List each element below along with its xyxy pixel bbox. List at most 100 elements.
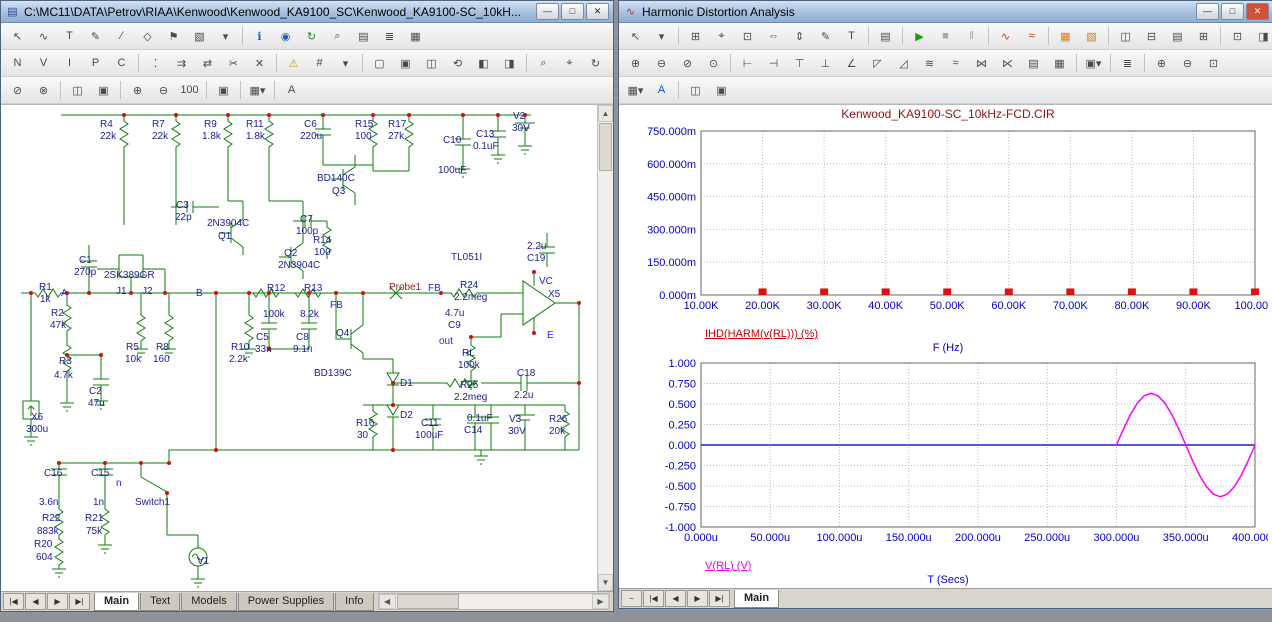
grid-dropdown-icon[interactable]: ▦▾ xyxy=(623,79,648,102)
harmonic-distortion-chart[interactable]: 0.000m150.000m300.000m450.000m600.000m75… xyxy=(623,123,1272,328)
tile-horizontal-icon[interactable]: ⊟ xyxy=(1139,25,1164,48)
pause-icon[interactable]: ‖ xyxy=(959,25,984,48)
go-icon[interactable]: ↻ xyxy=(583,52,608,75)
sheet-icon[interactable]: ▤ xyxy=(351,25,376,48)
horizontal-scrollbar[interactable]: ◀ ▶ xyxy=(378,593,610,610)
zoom-in-icon[interactable]: ⊕ xyxy=(1149,52,1174,75)
tab-text[interactable]: Text xyxy=(140,593,180,611)
cursor-right-icon[interactable]: ≈ xyxy=(943,52,968,75)
zoom-auto-icon[interactable]: ⊡ xyxy=(1201,52,1226,75)
vertical-scrollbar[interactable]: ▲ ▼ xyxy=(597,105,613,591)
pan-icon[interactable]: ⌖ xyxy=(709,25,734,48)
zoom-in-round-icon[interactable]: ⊕ xyxy=(623,52,648,75)
tab-info[interactable]: Info xyxy=(335,593,373,611)
scroll-thumb[interactable] xyxy=(599,123,612,171)
zoom-in-icon[interactable]: ⊕ xyxy=(125,79,150,102)
vertical-tag-icon[interactable]: ⇕ xyxy=(787,25,812,48)
maximize-button[interactable]: □ xyxy=(561,3,584,20)
peak-icon[interactable]: ⊢ xyxy=(735,52,760,75)
fft-icon[interactable]: ∿ xyxy=(993,25,1018,48)
search-icon[interactable]: ⌖ xyxy=(557,52,582,75)
node-voltages-icon[interactable]: V xyxy=(31,52,56,75)
minimize-button[interactable]: — xyxy=(1196,3,1219,20)
list-icon[interactable]: ≣ xyxy=(377,25,402,48)
pin-arrows-icon[interactable]: ⇉ xyxy=(169,52,194,75)
autoscale-icon[interactable]: ⊘ xyxy=(675,52,700,75)
global-low-icon[interactable]: ◿ xyxy=(891,52,916,75)
low-icon[interactable]: ⊥ xyxy=(813,52,838,75)
scroll-thumb[interactable] xyxy=(397,594,459,609)
next-page-button[interactable]: ▶ xyxy=(687,590,708,607)
scope-icon[interactable]: ⊞ xyxy=(683,25,708,48)
valley-icon[interactable]: ⊣ xyxy=(761,52,786,75)
border-icon[interactable]: ▣ xyxy=(393,52,418,75)
grid-dropdown-icon[interactable]: ▦▾ xyxy=(245,79,270,102)
copy-icon[interactable]: ◫ xyxy=(65,79,90,102)
chart1-legend[interactable]: IHD(HARM(v(RL))) (%) xyxy=(705,328,1272,342)
schematic-canvas[interactable]: R422kR722kR91.8kR111.8kC6220uR15100R1727… xyxy=(1,104,613,591)
refresh-icon[interactable]: ↻ xyxy=(299,25,324,48)
text-icon[interactable]: T xyxy=(839,25,864,48)
rotate-icon[interactable]: ⟲ xyxy=(445,52,470,75)
tile-all-icon[interactable]: ⊞ xyxy=(1191,25,1216,48)
dropdown-icon[interactable]: ▾ xyxy=(213,25,238,48)
performance-window-icon[interactable]: ▦ xyxy=(1053,25,1078,48)
inflection-icon[interactable]: ∠ xyxy=(839,52,864,75)
paste-icon[interactable]: ▣ xyxy=(91,79,116,102)
close-button[interactable]: ✕ xyxy=(586,3,609,20)
restore-scale-icon[interactable]: ⊙ xyxy=(701,52,726,75)
maximize-plot-icon[interactable]: ⊡ xyxy=(1225,25,1250,48)
scroll-left-button[interactable]: ◀ xyxy=(379,594,396,609)
horizontal-tag-icon[interactable]: ⇔ xyxy=(761,25,786,48)
redo-icon[interactable]: ⊗ xyxy=(31,79,56,102)
flip-x-icon[interactable]: ◧ xyxy=(471,52,496,75)
open-dropdown-icon[interactable]: ▾ xyxy=(649,25,674,48)
fft-settings-icon[interactable]: ≈ xyxy=(1019,25,1044,48)
global-high-icon[interactable]: ◸ xyxy=(865,52,890,75)
clipboard-dropdown-icon[interactable]: ▣▾ xyxy=(1081,52,1106,75)
close-button[interactable]: ✕ xyxy=(1246,3,1269,20)
minimize-button[interactable]: — xyxy=(536,3,559,20)
prev-page-button[interactable]: ◀ xyxy=(665,590,686,607)
last-page-button[interactable]: ▶| xyxy=(709,590,730,607)
info-icon[interactable]: ℹ xyxy=(247,25,272,48)
picture-icon[interactable]: ▧ xyxy=(187,25,212,48)
slider-icon[interactable]: ▧ xyxy=(1079,25,1104,48)
swap-icon[interactable]: ⇄ xyxy=(195,52,220,75)
find-part-icon[interactable]: ⌕ xyxy=(325,25,350,48)
stop-icon[interactable]: ■ xyxy=(933,25,958,48)
text-icon[interactable]: T xyxy=(57,25,82,48)
next-page-button[interactable]: ▶ xyxy=(47,593,68,610)
scroll-right-button[interactable]: ▶ xyxy=(592,594,609,609)
chart2-legend[interactable]: V(RL) (V) xyxy=(705,560,1272,574)
tab-power-supplies[interactable]: Power Supplies xyxy=(238,593,334,611)
undo-icon[interactable]: ⊘ xyxy=(5,79,30,102)
help-mode-icon[interactable]: ◉ xyxy=(273,25,298,48)
schematic-titlebar[interactable]: ▤ C:\MC11\DATA\Petrov\RIAA\Kenwood\Kenwo… xyxy=(1,1,613,23)
zoom-out-round-icon[interactable]: ⊖ xyxy=(649,52,674,75)
component-icon[interactable]: ∿ xyxy=(31,25,56,48)
tag-icon[interactable]: ✎ xyxy=(813,25,838,48)
tag-point-icon[interactable]: ▤ xyxy=(1021,52,1046,75)
go-to-y-icon[interactable]: ⋉ xyxy=(995,52,1020,75)
zoom-100-icon[interactable]: 100 xyxy=(177,79,202,102)
first-page-button[interactable]: |◀ xyxy=(3,593,24,610)
title-block-icon[interactable]: ◫ xyxy=(419,52,444,75)
tile-vertical-icon[interactable]: ◫ xyxy=(1113,25,1138,48)
zoom-out-icon[interactable]: ⊖ xyxy=(1175,52,1200,75)
zoom-window-icon[interactable]: ⊡ xyxy=(735,25,760,48)
cursor-left-icon[interactable]: ≋ xyxy=(917,52,942,75)
grid-icon[interactable]: # xyxy=(307,52,332,75)
high-icon[interactable]: ⊤ xyxy=(787,52,812,75)
tab-models[interactable]: Models xyxy=(181,593,236,611)
paste-icon[interactable]: ▣ xyxy=(709,79,734,102)
cut-wire-icon[interactable]: ✂ xyxy=(221,52,246,75)
dropdown-icon[interactable]: ▾ xyxy=(333,52,358,75)
copy-icon[interactable]: ◫ xyxy=(683,79,708,102)
graphics-icon[interactable]: ◇ xyxy=(135,25,160,48)
scroll-up-button[interactable]: ▲ xyxy=(598,105,613,122)
design-icon[interactable]: ▦ xyxy=(403,25,428,48)
warning-icon[interactable]: ⚠ xyxy=(281,52,306,75)
font-icon[interactable]: A xyxy=(649,79,674,102)
run-icon[interactable]: ▶ xyxy=(907,25,932,48)
